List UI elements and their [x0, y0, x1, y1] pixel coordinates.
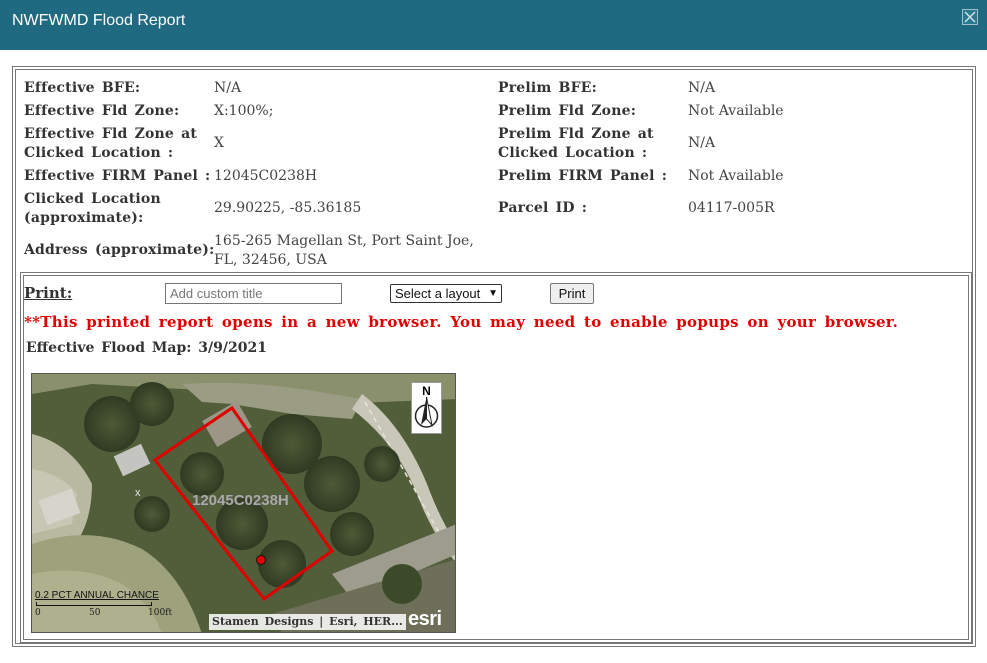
effective-fld-zone-label: Effective Fld Zone:: [24, 103, 180, 119]
esri-logo: esri: [408, 608, 442, 630]
close-button[interactable]: [962, 9, 978, 25]
flood-zone-legend-label: 0.2 PCT ANNUAL CHANCE: [35, 590, 159, 601]
prelim-fld-zone-value: Not Available: [688, 103, 784, 119]
prelim-bfe-label: Prelim BFE:: [498, 80, 597, 96]
north-arrow: N: [411, 382, 442, 434]
address-value-2: FL, 32456, USA: [214, 252, 327, 268]
effective-bfe-label: Effective BFE:: [24, 80, 141, 96]
layout-select[interactable]: Select a layout ▼: [390, 284, 502, 303]
prelim-fld-zone-label: Prelim Fld Zone:: [498, 103, 637, 119]
close-icon: [964, 11, 976, 23]
firm-panel-label: 12045C0238H: [192, 492, 289, 509]
prelim-zone-clicked-label-1: Prelim Fld Zone at: [498, 126, 654, 142]
dialog-title: NWFWMD Flood Report: [12, 12, 186, 29]
scale-tick-100: 100ft: [148, 608, 173, 618]
map-caption: Effective Flood Map: 3/9/2021: [26, 340, 267, 356]
print-label: Print:: [24, 284, 73, 302]
north-arrow-icon: [414, 396, 439, 428]
effective-firm-panel-label: Effective FIRM Panel :: [24, 168, 211, 184]
effective-zone-clicked-value: X: [214, 135, 224, 151]
clicked-location-value: 29.90225, -85.36185: [214, 200, 362, 216]
scale-bar: [36, 602, 152, 606]
prelim-bfe-value: N/A: [688, 80, 716, 96]
clicked-location-label-2: (approximate):: [24, 210, 144, 226]
chevron-down-icon: ▼: [488, 288, 498, 299]
effective-fld-zone-value: X:100%;: [214, 103, 274, 119]
effective-zone-clicked-label-1: Effective Fld Zone at: [24, 126, 198, 142]
address-value-1: 165-265 Magellan St, Port Saint Joe,: [214, 233, 474, 249]
svg-text:x: x: [135, 487, 141, 499]
layout-select-value: Select a layout: [395, 286, 481, 301]
clicked-location-label-1: Clicked Location: [24, 191, 161, 207]
map-attribution[interactable]: Stamen Designs | Esri, HER...: [209, 614, 406, 630]
custom-title-input[interactable]: [165, 283, 342, 304]
popup-warning: **This printed report opens in a new bro…: [24, 313, 899, 331]
scale-tick-50: 50: [89, 608, 101, 618]
scale-tick-0: 0: [35, 608, 41, 618]
print-button[interactable]: Print: [550, 283, 594, 304]
effective-firm-panel-value: 12045C0238H: [214, 168, 318, 184]
flood-map[interactable]: x 12045C0238H N 0.2 PCT ANNUAL CHANCE 0 …: [31, 373, 456, 633]
address-label: Address (approximate):: [24, 242, 215, 258]
effective-zone-clicked-label-2: Clicked Location :: [24, 145, 174, 161]
prelim-zone-clicked-label-2: Clicked Location :: [498, 145, 648, 161]
effective-bfe-value: N/A: [214, 80, 242, 96]
prelim-firm-panel-label: Prelim FIRM Panel :: [498, 168, 668, 184]
parcel-id-label: Parcel ID :: [498, 200, 588, 216]
dialog-titlebar: NWFWMD Flood Report: [0, 0, 987, 50]
prelim-zone-clicked-value: N/A: [688, 135, 716, 151]
prelim-firm-panel-value: Not Available: [688, 168, 784, 184]
parcel-id-value: 04117-005R: [688, 200, 775, 216]
